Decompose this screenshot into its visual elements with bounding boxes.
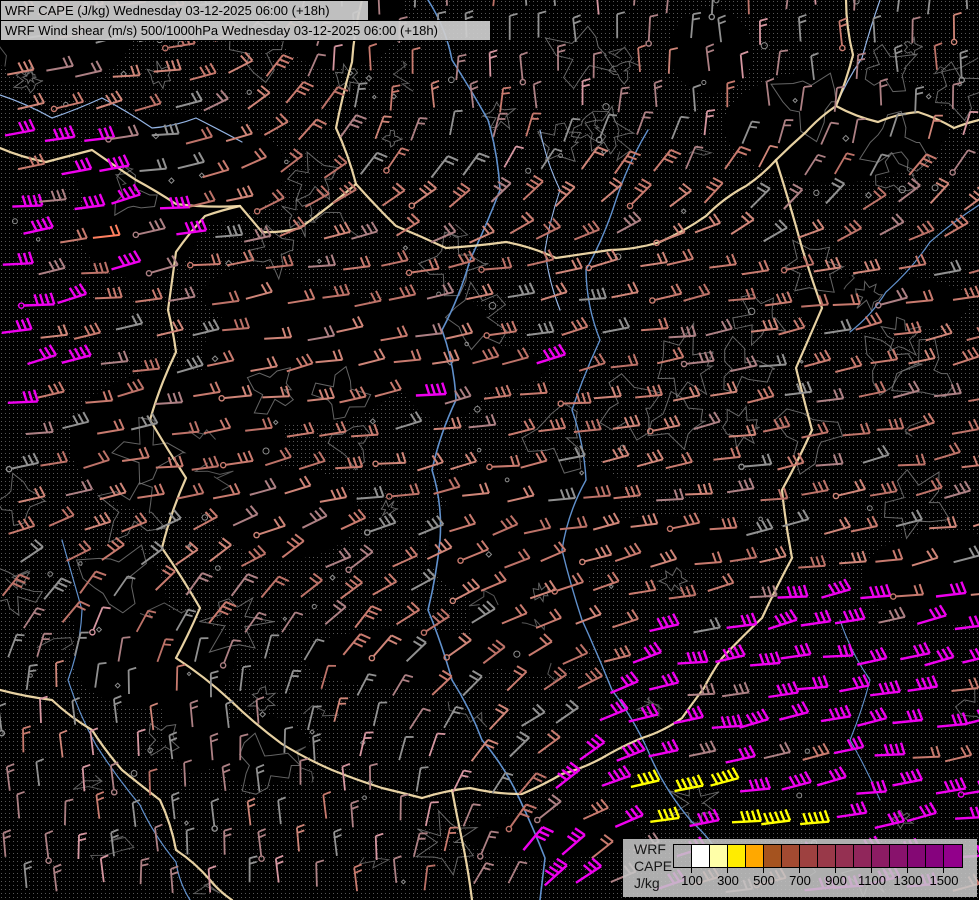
cape-legend: WRF CAPE J/kg 100 300 500 700 900 1100 1300 150… [623, 839, 977, 897]
legend-param-label: CAPE [634, 858, 673, 874]
legend-tick-label: 1300 [893, 873, 923, 888]
legend-color-cell [746, 845, 764, 867]
weather-map: WRF CAPE (J/kg) Wednesday 03-12-2025 06:… [0, 0, 979, 900]
legend-color-cell [944, 845, 962, 867]
legend-color-cell [800, 845, 818, 867]
legend-tick-label: 1500 [929, 873, 959, 888]
title-cape-text: WRF CAPE (J/kg) Wednesday 03-12-2025 06:… [5, 3, 330, 18]
title-windshear-text: WRF Wind shear (m/s) 500/1000hPa Wednesd… [5, 23, 438, 38]
title-cape: WRF CAPE (J/kg) Wednesday 03-12-2025 06:… [0, 0, 369, 21]
title-windshear: WRF Wind shear (m/s) 500/1000hPa Wednesd… [0, 20, 491, 41]
legend-color-cell [692, 845, 710, 867]
legend-color-cell [728, 845, 746, 867]
legend-color-cell [908, 845, 926, 867]
legend-tick-label: 300 [717, 873, 739, 888]
legend-tick-label: 100 [681, 873, 703, 888]
legend-tick-labels: 100 300 500 700 900 1100 1300 1500 [673, 868, 965, 894]
legend-color-cell [926, 845, 944, 867]
legend-color-cell [872, 845, 890, 867]
legend-tick-label: 900 [825, 873, 847, 888]
legend-tick-label: 700 [789, 873, 811, 888]
legend-tick-label: 1100 [858, 873, 886, 888]
legend-color-bar [673, 844, 963, 868]
legend-color-cell [818, 845, 836, 867]
legend-color-cell [854, 845, 872, 867]
legend-unit-label: J/kg [634, 875, 660, 891]
legend-tick-label: 500 [753, 873, 775, 888]
legend-color-cell [674, 845, 692, 867]
legend-color-cell [710, 845, 728, 867]
legend-color-cell [782, 845, 800, 867]
legend-color-cell [890, 845, 908, 867]
legend-color-cell [836, 845, 854, 867]
legend-color-cell [764, 845, 782, 867]
map-graphic [0, 0, 979, 900]
legend-model-label: WRF [634, 841, 666, 857]
